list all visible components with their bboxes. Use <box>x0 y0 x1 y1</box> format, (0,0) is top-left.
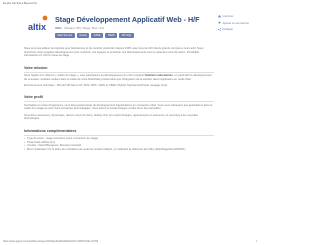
job-header: altix Stage Développement Applicatif Web… <box>24 14 214 44</box>
share-label: Partager <box>222 27 234 31</box>
job-title: Stage Développement Applicatif Web - H/F <box>55 15 200 24</box>
share-icon <box>218 27 221 31</box>
title-block: Stage Développement Applicatif Web - H/F… <box>55 16 215 38</box>
print-icon <box>218 14 221 18</box>
company-line: Altix · Orléans (45), Stage, Bac +3/4 <box>55 26 215 30</box>
mission-highlight: Solution Laboratoires <box>145 74 173 78</box>
favorite-button[interactable]: Ajouter à mes favoris <box>218 21 258 25</box>
page-number: 1 <box>255 240 257 243</box>
intro-paragraph: Nous sommes éditeur de logiciels pour la… <box>24 47 204 58</box>
print-label: Imprimer <box>222 14 234 18</box>
tag[interactable]: XAML <box>91 32 104 38</box>
altix-logo-icon: altix <box>28 15 48 32</box>
tag[interactable]: Web Service <box>55 32 75 38</box>
company-details: · Orléans (45), Stage, Bac +3/4 <box>61 25 104 30</box>
action-list: Imprimer Ajouter à mes favoris Partager <box>218 14 258 34</box>
company-logo: altix <box>28 15 50 35</box>
tag[interactable]: XBAP <box>105 32 118 38</box>
share-button[interactable]: Partager <box>218 27 258 31</box>
list-item: Merci d'adresser CV et lettre de motivat… <box>24 148 214 152</box>
logo-text: altix <box>28 22 46 32</box>
tag[interactable]: MS SQL <box>119 32 135 38</box>
favorite-label: Ajouter à mes favoris <box>222 20 249 25</box>
info-title: Informations complémentaires <box>24 128 77 133</box>
tag-list: Web Service Oracle XAML XBAP MS SQL <box>55 32 215 38</box>
profile-title: Votre profil <box>24 95 43 100</box>
mission-paragraph: Sous l'égide d'un référent « maître de s… <box>24 74 214 81</box>
tech-environment: Environnement technique : MS.Net VB.Net … <box>24 83 168 87</box>
mission-title: Votre mission <box>24 65 48 70</box>
mission-text: Sous l'égide d'un référent « maître de s… <box>24 74 146 78</box>
tag[interactable]: Oracle <box>76 32 90 38</box>
star-icon <box>218 21 221 24</box>
profile-paragraph: Vous êtes curieux(se), dynamique, dans l… <box>24 113 198 121</box>
browser-url: https://www.golyse.fr/emploi/Developpeur… <box>3 240 99 243</box>
profile-paragraph: Souhaitant en école d'ingénieurs, vous ê… <box>24 103 213 111</box>
info-list: Type de poste : stage rémunéré (sous con… <box>24 137 214 151</box>
job-description: Nous sommes éditeur de logiciels pour la… <box>24 47 214 151</box>
browser-title: Emploi Job Site à Bayeux/Vie <box>3 2 37 5</box>
print-button[interactable]: Imprimer <box>218 14 258 18</box>
